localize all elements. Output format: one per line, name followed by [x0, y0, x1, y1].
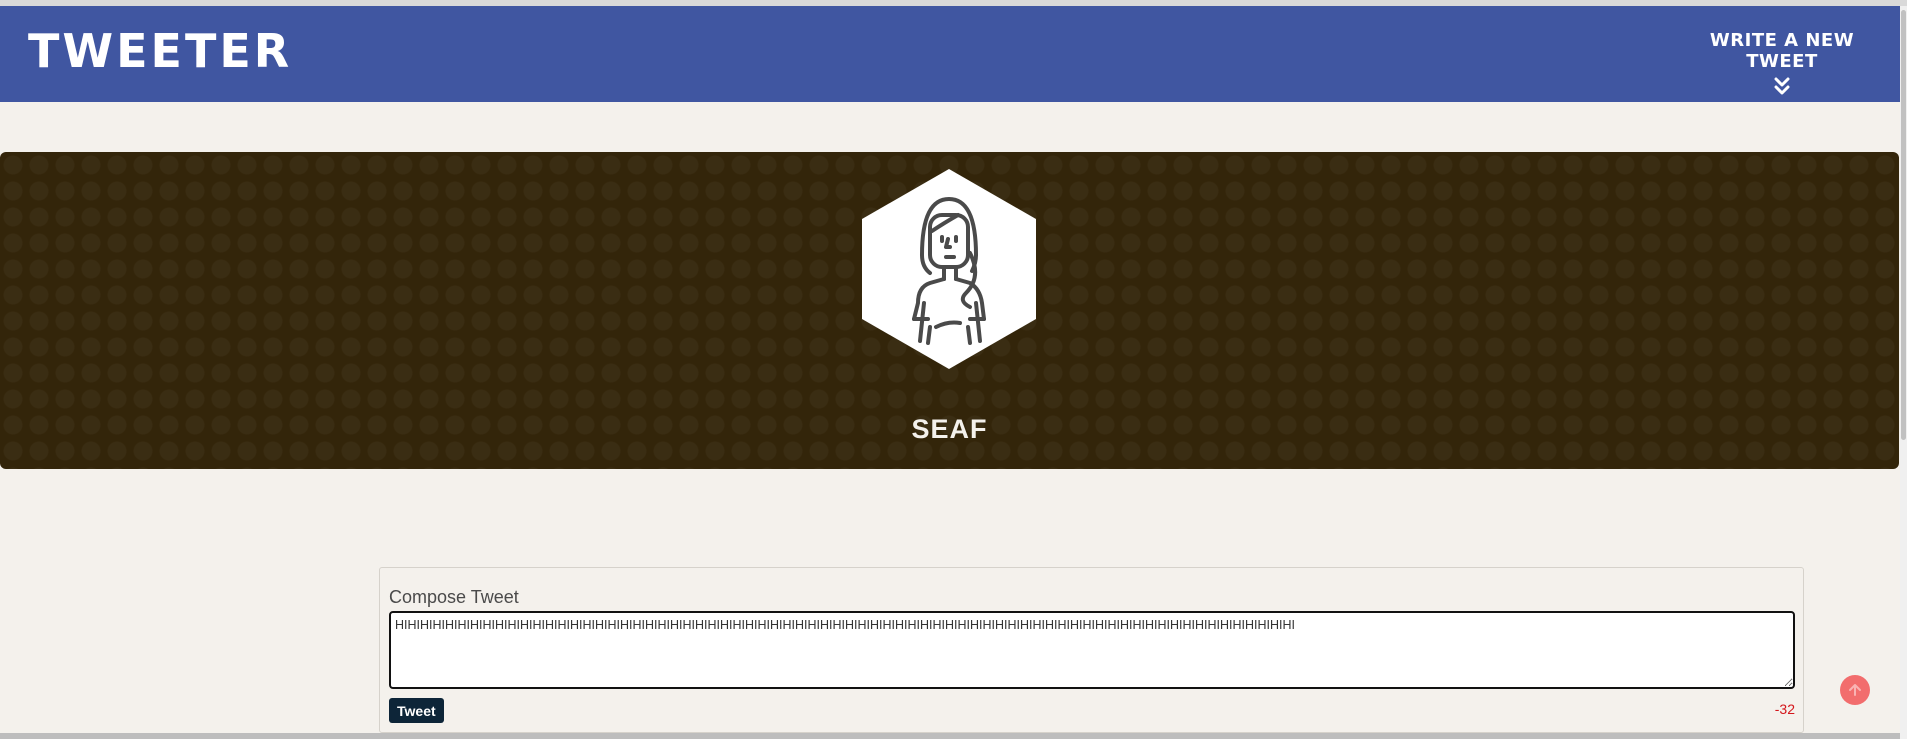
profile-username: SEAF	[911, 414, 988, 444]
compose-tweet-label: Compose Tweet	[389, 587, 519, 607]
compose-tweet-panel: Compose Tweet HIHIHIHIHIHIHIHIHIHIHIHIHI…	[379, 567, 1804, 733]
double-chevron-down-icon[interactable]	[1771, 76, 1793, 98]
tweet-text-input[interactable]: HIHIHIHIHIHIHIHIHIHIHIHIHIHIHIHIHIHIHIHI…	[389, 611, 1795, 689]
page-scrollbar[interactable]	[1900, 6, 1907, 739]
top-navbar: TWEETER WRITE A NEW TWEET	[0, 6, 1900, 102]
arrow-up-icon	[1849, 684, 1861, 696]
brand-logo[interactable]: TWEETER	[28, 28, 292, 74]
write-new-tweet-toggle[interactable]: WRITE A NEW TWEET	[1672, 30, 1892, 98]
horizontal-scrollbar[interactable]	[0, 733, 1900, 739]
scrollbar-thumb[interactable]	[1901, 10, 1906, 440]
write-new-tweet-label: WRITE A NEW TWEET	[1709, 30, 1855, 72]
tweet-submit-button[interactable]: Tweet	[389, 698, 444, 723]
character-counter: -32	[1774, 701, 1795, 717]
profile-header: SEAF	[0, 152, 1899, 469]
scroll-to-top-button[interactable]	[1840, 675, 1870, 705]
woman-avatar-icon	[862, 169, 1036, 369]
